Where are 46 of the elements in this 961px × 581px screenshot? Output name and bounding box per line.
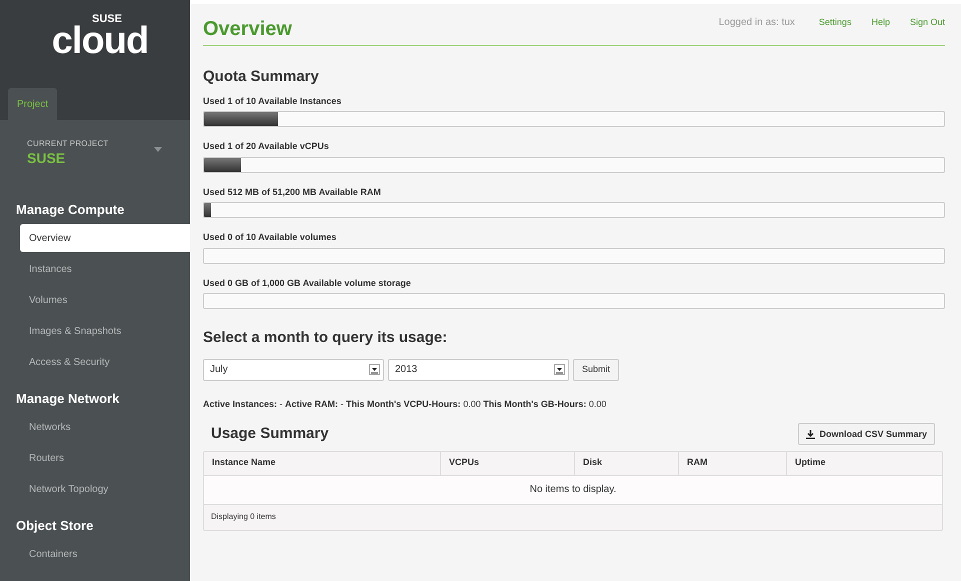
- sidebar-tab[interactable]: Project: [8, 88, 58, 120]
- submit-button[interactable]: Submit: [573, 358, 620, 380]
- column-header: Disk: [574, 452, 678, 474]
- dropdown-caret-icon[interactable]: [154, 147, 162, 152]
- nav-item[interactable]: Instances: [20, 255, 190, 283]
- month-select[interactable]: July: [203, 358, 384, 380]
- column-header: Instance Name: [211, 456, 277, 470]
- logo-text: SUSE: [92, 14, 122, 25]
- download-csv-button[interactable]: Download CSV Summary: [798, 423, 935, 446]
- current-project-caption: CURRENT PROJECT: [27, 138, 109, 150]
- section-heading: Quota Summary: [203, 67, 320, 87]
- nav-section-heading: Manage Compute: [15, 201, 126, 220]
- header-link[interactable]: Sign Out: [910, 16, 945, 30]
- header-link[interactable]: Settings: [818, 16, 852, 30]
- table-footer: Displaying 0 items: [211, 511, 276, 523]
- quota-label: Used 0 of 10 Available volumes: [203, 231, 338, 244]
- nav-item[interactable]: Routers: [20, 444, 190, 472]
- nav-item[interactable]: Network Topology: [20, 475, 190, 503]
- quota-label: Used 1 of 10 Available Instances: [203, 94, 342, 108]
- column-header: VCPUs: [440, 452, 574, 474]
- nav-item[interactable]: Networks: [20, 413, 190, 441]
- download-icon: [806, 430, 816, 439]
- nav-item[interactable]: Containers: [20, 540, 190, 568]
- nav-item[interactable]: Overview: [20, 224, 190, 252]
- column-header: Uptime: [786, 452, 942, 474]
- page-title: Overview: [203, 19, 292, 39]
- dropdown-caret-icon: [554, 364, 565, 375]
- quota-label: Used 512 MB of 51,200 MB Available RAM: [203, 186, 382, 198]
- column-header: RAM: [678, 452, 786, 474]
- header-link[interactable]: Help: [871, 16, 890, 30]
- dropdown-caret-icon: [369, 364, 380, 375]
- section-heading: Select a month to query its usage:: [203, 328, 448, 348]
- nav-item[interactable]: Access & Security: [20, 348, 190, 376]
- year-select[interactable]: 2013: [388, 358, 569, 380]
- empty-message: No items to display.: [530, 483, 616, 497]
- nav-section-heading: Object Store: [15, 517, 94, 536]
- nav-section-heading: Manage Network: [15, 390, 120, 408]
- usage-stats: Active Instances: - Active RAM: - This Month's VCPU-Hours: 0.00 This Month's GB-Hours: 0.00: [203, 398, 608, 410]
- section-heading: Usage Summary: [211, 424, 329, 444]
- nav-item[interactable]: Volumes: [20, 286, 190, 314]
- logged-in-user: Logged in as: tux: [718, 16, 795, 30]
- quota-label: Used 0 GB of 1,000 GB Available volume storage: [203, 276, 412, 290]
- current-project-name[interactable]: SUSE: [27, 150, 109, 168]
- nav-item[interactable]: Images & Snapshots: [20, 317, 190, 345]
- logo-wordmark: cloud: [52, 22, 148, 60]
- quota-label: Used 1 of 20 Available vCPUs: [203, 140, 330, 153]
